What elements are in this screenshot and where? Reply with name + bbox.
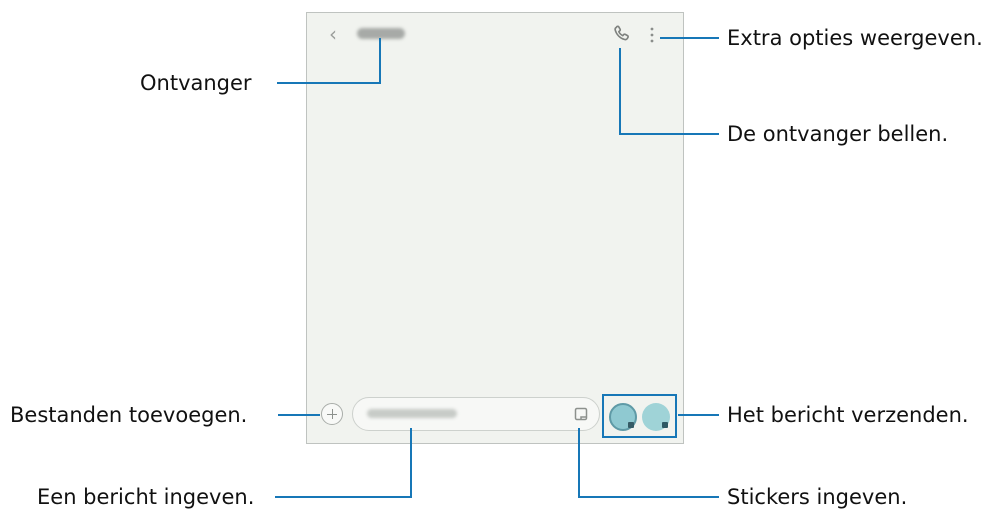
label-enter-stickers: Stickers ingeven. [727, 485, 908, 509]
label-more-options: Extra opties weergeven. [727, 26, 983, 50]
label-send-message: Het bericht verzenden. [727, 403, 969, 427]
label-recipient: Ontvanger [140, 71, 252, 95]
label-enter-message: Een bericht ingeven. [37, 485, 255, 509]
label-add-files: Bestanden toevoegen. [10, 403, 248, 427]
label-call-recipient: De ontvanger bellen. [727, 122, 949, 146]
